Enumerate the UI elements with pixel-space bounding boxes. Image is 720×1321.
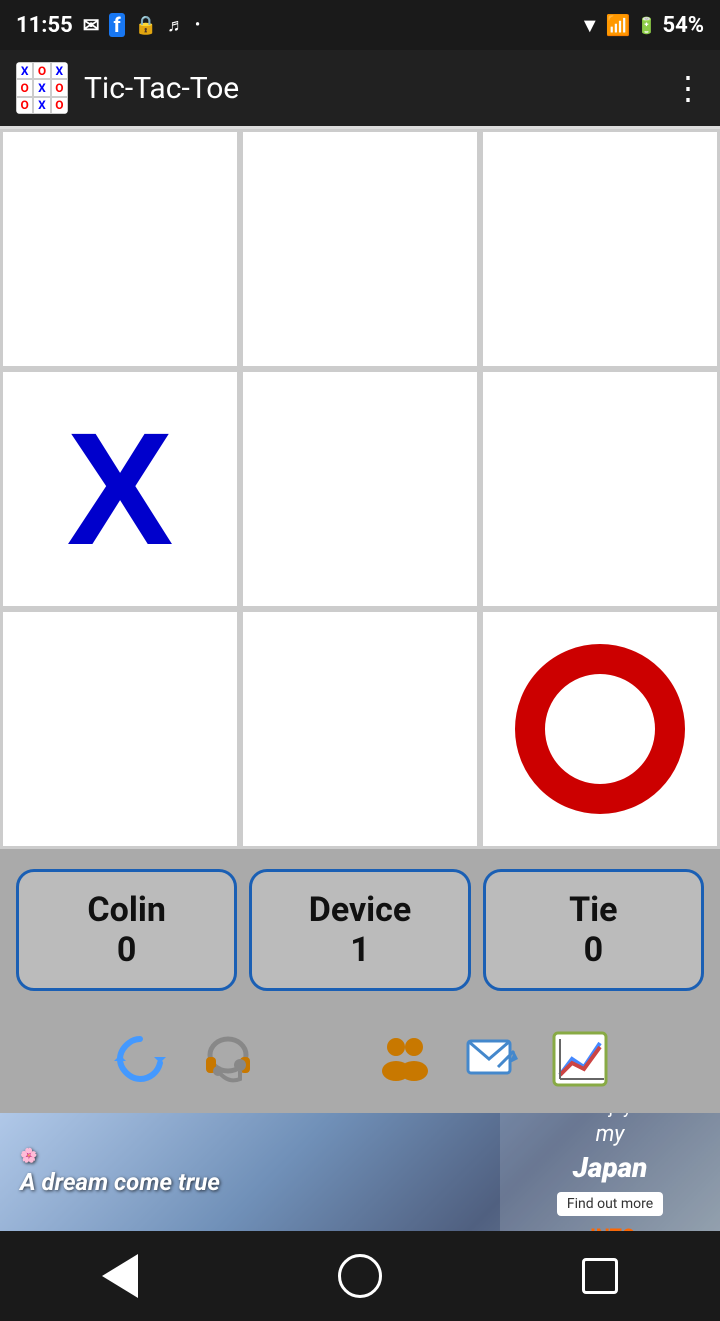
recents-icon [582, 1258, 618, 1294]
wifi-icon: ▼ [580, 13, 600, 38]
refresh-icon[interactable] [104, 1023, 176, 1095]
status-time: 11:55 [16, 13, 73, 38]
player-name-colin: Colin [87, 890, 166, 930]
status-bar: 11:55 ✉ f 🔒 ♬ • ▼ 📶 🔋 54% [0, 0, 720, 50]
menu-icon[interactable]: ⋮ [672, 69, 704, 107]
cell-0-2[interactable] [480, 129, 720, 369]
score-card-device: Device 1 [249, 869, 470, 991]
app-icon-cell: X [33, 79, 50, 96]
app-icon: X O X O X O O X O [16, 62, 68, 114]
score-area: Colin 0 Device 1 Tie 0 [0, 849, 720, 1011]
cell-2-2[interactable] [480, 609, 720, 849]
cell-2-0[interactable] [0, 609, 240, 849]
o-mark [515, 644, 685, 814]
chart-icon[interactable] [544, 1023, 616, 1095]
cell-1-2[interactable] [480, 369, 720, 609]
app-title: Tic-Tac-Toe [84, 71, 656, 106]
nav-bar [0, 1231, 720, 1321]
app-icon-cell: X [16, 62, 33, 79]
ad-my: my [596, 1122, 625, 1147]
status-left: 11:55 ✉ f 🔒 ♬ • [16, 13, 200, 38]
gmail-icon: ✉ [83, 13, 100, 37]
ad-right: Enjoy my Japan Find out more JNTO [500, 1113, 720, 1231]
notification-dot: • [195, 17, 200, 33]
cell-0-0[interactable] [0, 129, 240, 369]
app-icon-cell: X [51, 62, 68, 79]
facebook-icon: f [109, 13, 124, 37]
cell-1-1[interactable] [240, 369, 480, 609]
users-icon[interactable] [368, 1023, 440, 1095]
ad-brand: JNTO [585, 1224, 636, 1232]
app-icon-cell: O [16, 79, 33, 96]
ad-find-out[interactable]: Find out more [557, 1192, 663, 1216]
settings-icon[interactable] [280, 1023, 352, 1095]
x-mark: X [67, 409, 174, 569]
status-right: ▼ 📶 🔋 54% [580, 13, 704, 38]
music-icon: ♬ [167, 15, 185, 36]
player-score-device: 1 [350, 930, 370, 970]
back-button[interactable] [90, 1246, 150, 1306]
cell-1-0[interactable]: X [0, 369, 240, 609]
player-name-device: Device [309, 890, 412, 930]
player-score-colin: 0 [117, 930, 137, 970]
ad-enjoy: Enjoy [588, 1113, 631, 1118]
player-score-tie: 0 [584, 930, 604, 970]
ad-text-area: 🌸 A dream come true [0, 1136, 500, 1208]
app-bar: X O X O X O O X O Tic-Tac-Toe ⋮ [0, 50, 720, 126]
ad-japan: Japan [573, 1151, 648, 1184]
back-icon [102, 1254, 138, 1298]
score-card-colin: Colin 0 [16, 869, 237, 991]
cell-0-1[interactable] [240, 129, 480, 369]
battery-percent: 54% [662, 13, 704, 38]
app-icon-cell: O [16, 97, 33, 114]
app-icon-cell: O [33, 62, 50, 79]
ad-banner[interactable]: 🌸 A dream come true Enjoy my Japan Find … [0, 1113, 720, 1231]
signal-icon: 📶 [606, 13, 631, 37]
app-icon-cell: O [51, 79, 68, 96]
lock-icon: 🔒 [135, 15, 157, 36]
toolbar [0, 1011, 720, 1113]
home-button[interactable] [330, 1246, 390, 1306]
player-name-tie: Tie [569, 890, 617, 930]
game-board: X [0, 126, 720, 849]
home-icon [338, 1254, 382, 1298]
recents-button[interactable] [570, 1246, 630, 1306]
cell-2-1[interactable] [240, 609, 480, 849]
battery-icon: 🔋 [637, 16, 657, 35]
app-icon-cell: O [51, 97, 68, 114]
headset-icon[interactable] [192, 1023, 264, 1095]
app-icon-cell: X [33, 97, 50, 114]
ad-slogan: A dream come true [20, 1168, 220, 1196]
score-card-tie: Tie 0 [483, 869, 704, 991]
mail-icon[interactable] [456, 1023, 528, 1095]
